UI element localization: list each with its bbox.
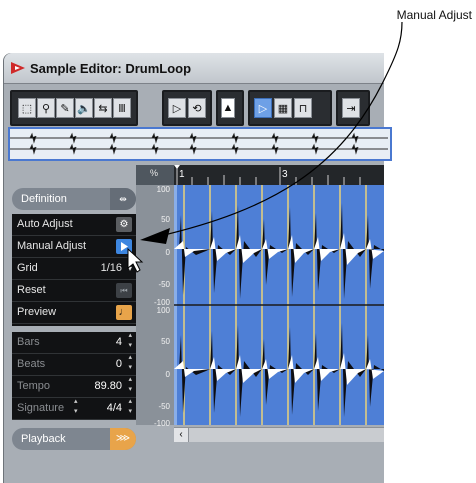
chevron-down-icon: ▾ [127, 264, 132, 273]
grid-row[interactable]: Grid 1/16 ▾ [12, 258, 136, 280]
speaker-icon[interactable]: 🔈 [75, 98, 93, 118]
scale-tick: 50 [161, 215, 170, 224]
extra-group: ⇥ [336, 90, 370, 126]
definition-panel: Auto Adjust ⚙ Manual Adjust Grid 1/16 ▾ … [12, 214, 136, 326]
title-bar[interactable]: Sample Editor: DrumLoop [4, 53, 384, 84]
scale-tick: -50 [158, 402, 170, 411]
definition-section-header[interactable]: Definition ⇹ [12, 188, 136, 210]
tempo-value[interactable]: 89.80 [94, 376, 122, 397]
snap-grid-icon[interactable]: ▦ [274, 98, 292, 118]
scale-tick: 0 [165, 248, 170, 257]
snap-group: ▷ ▦ ⊓ [248, 90, 332, 126]
scale-tick: -100 [153, 419, 170, 428]
tempo-label: Tempo [17, 380, 51, 392]
stepper-icon[interactable]: ▴ ▾ [128, 397, 132, 417]
callout-label: Manual Adjust [396, 8, 472, 22]
loop-icon[interactable]: ⟲ [188, 98, 206, 118]
signature-value[interactable]: 4/4 [107, 398, 122, 419]
signature-row[interactable]: Signature ▴ ▾ 4/4 ▴ ▾ [12, 398, 136, 420]
beats-value[interactable]: 0 [116, 354, 122, 375]
autoscroll-icon[interactable]: ▷ [254, 98, 272, 118]
playback-section-header[interactable]: Playback ⋙ [12, 428, 136, 450]
cubase-logo-icon [11, 62, 25, 74]
warp-inspector: Definition ⇹ Auto Adjust ⚙ Manual Adjust… [12, 184, 138, 458]
level-icon[interactable]: ▲ [221, 98, 235, 118]
grid-tool-icon[interactable]: Ⅲ [113, 98, 131, 118]
beats-row[interactable]: Beats 0 ▴ ▾ [12, 354, 136, 376]
reset-label: Reset [17, 284, 46, 296]
scale-tick: -50 [158, 280, 170, 289]
manual-adjust-row[interactable]: Manual Adjust [12, 236, 136, 258]
snap-zero-icon[interactable]: ⊓ [294, 98, 312, 118]
toolbar: ⬚ ⚲ ✎ 🔈 ⇆ Ⅲ ▷ ⟲ ▲ ▷ ▦ ⊓ ⇥ [10, 90, 384, 126]
range-select-icon[interactable]: ⬚ [18, 98, 36, 118]
definition-label: Definition [21, 193, 67, 205]
grid-label: Grid [17, 262, 38, 274]
play-icon[interactable]: ▷ [168, 98, 186, 118]
tempo-row[interactable]: Tempo 89.80 ▴ ▾ [12, 376, 136, 398]
reset-row[interactable]: Reset ⏮ [12, 280, 136, 302]
waveform-editor: % 1 3 100 50 0 -50 -100 100 50 0 -50 -10… [136, 165, 384, 455]
amplitude-scale: 100 50 0 -50 -100 100 50 0 -50 -100 [136, 185, 174, 428]
scale-unit-label: % [150, 168, 159, 178]
preview-label: Preview [17, 306, 57, 318]
ruler-ticks [174, 165, 361, 185]
insert-icon[interactable]: ⇥ [342, 98, 360, 118]
auto-adjust-row[interactable]: Auto Adjust ⚙ [12, 214, 136, 236]
playback-mode-icon[interactable]: ⋙ [110, 428, 136, 450]
beats-label: Beats [17, 358, 46, 370]
ruler[interactable]: % 1 3 [136, 165, 384, 185]
preview-row[interactable]: Preview ♩ [12, 302, 136, 324]
playback-label: Playback [21, 433, 66, 445]
stepper-icon[interactable]: ▴ ▾ [128, 375, 132, 395]
waveform-display[interactable] [174, 185, 384, 425]
definition-toggle-icon[interactable]: ⇹ [110, 188, 136, 210]
bar-number: 1 [179, 169, 185, 180]
bars-label: Bars [17, 336, 40, 348]
values-panel: Bars 4 ▴ ▾ Beats 0 ▴ ▾ Tempo 89.80 ▴ ▾ Sign… [12, 332, 136, 420]
waveform-graphic [174, 185, 384, 425]
bars-value[interactable]: 4 [116, 332, 122, 353]
overview-track[interactable] [8, 127, 392, 161]
window-title: Sample Editor: DrumLoop [30, 61, 192, 76]
manual-adjust-button[interactable] [116, 239, 132, 254]
gear-icon[interactable]: ⚙ [116, 217, 132, 232]
pencil-icon[interactable]: ✎ [56, 98, 74, 118]
note-icon[interactable]: ♩ [116, 305, 132, 320]
tool-group: ⬚ ⚲ ✎ 🔈 ⇆ Ⅲ [10, 90, 138, 126]
bar-number: 3 [282, 169, 288, 180]
horizontal-scrollbar[interactable]: ‹ [174, 427, 384, 442]
bars-row[interactable]: Bars 4 ▴ ▾ [12, 332, 136, 354]
scale-tick: 100 [156, 185, 170, 194]
scale-tick: 100 [156, 306, 170, 315]
scroll-left-icon[interactable]: ‹ [174, 428, 189, 442]
reset-icon[interactable]: ⏮ [116, 283, 132, 298]
auto-adjust-label: Auto Adjust [17, 218, 73, 230]
stepper-icon[interactable]: ▴ ▾ [128, 353, 132, 373]
manual-adjust-label: Manual Adjust [17, 240, 87, 252]
scale-tick: 0 [165, 370, 170, 379]
signature-label: Signature [17, 402, 65, 414]
scale-tick: 50 [161, 337, 170, 346]
scrub-icon[interactable]: ⇆ [94, 98, 112, 118]
play-group: ▷ ⟲ [162, 90, 212, 126]
stepper-icon[interactable]: ▴ ▾ [128, 331, 132, 351]
zoom-icon[interactable]: ⚲ [37, 98, 55, 118]
overview-waveform [10, 132, 388, 155]
grid-value[interactable]: 1/16 [101, 258, 122, 279]
stepper-icon[interactable]: ▴ ▾ [74, 397, 78, 417]
volume-group: ▲ [216, 90, 244, 126]
timeline[interactable]: 1 3 [174, 165, 384, 185]
